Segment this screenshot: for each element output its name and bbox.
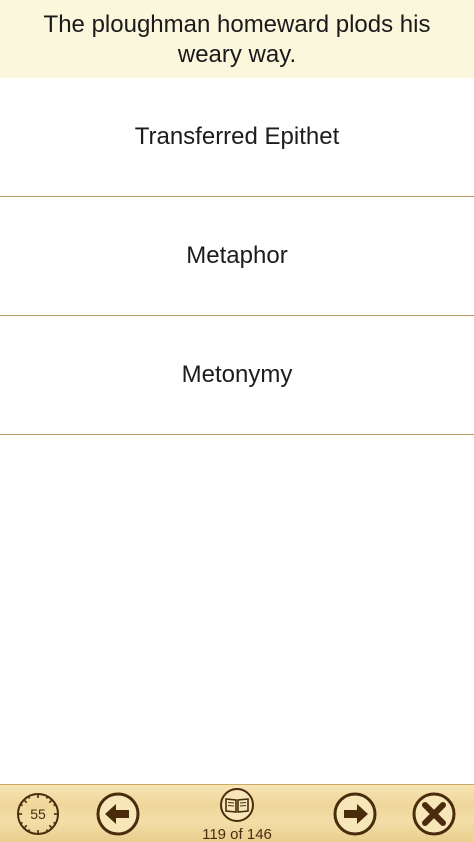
answer-options: Transferred Epithet Metaphor Metonymy [0,78,474,435]
timer-icon: 55 [17,793,59,835]
bottom-toolbar: 55 119 of 146 [0,784,474,842]
question-text: The ploughman homeward plods his weary w… [43,11,431,68]
answer-option-label: Metonymy [181,361,293,388]
book-icon [220,788,254,822]
timer-button[interactable]: 55 [16,792,60,836]
answer-option-label: Transferred Epithet [134,123,340,150]
timer-value: 55 [30,806,46,822]
next-button[interactable] [333,792,377,836]
close-icon [412,792,456,836]
progress-counter: 119 of 146 [202,826,272,842]
answer-option-label: Metaphor [186,242,288,269]
answer-option-1[interactable]: Transferred Epithet [0,78,474,197]
arrow-left-icon [96,792,140,836]
close-button[interactable] [412,792,456,836]
quiz-screen: The ploughman homeward plods his weary w… [0,0,474,842]
answer-option-2[interactable]: Metaphor [0,197,474,316]
question-panel: The ploughman homeward plods his weary w… [0,0,474,78]
arrow-right-icon [333,792,377,836]
previous-button[interactable] [96,792,140,836]
answer-option-3[interactable]: Metonymy [0,316,474,435]
study-mode-button[interactable] [215,787,259,825]
